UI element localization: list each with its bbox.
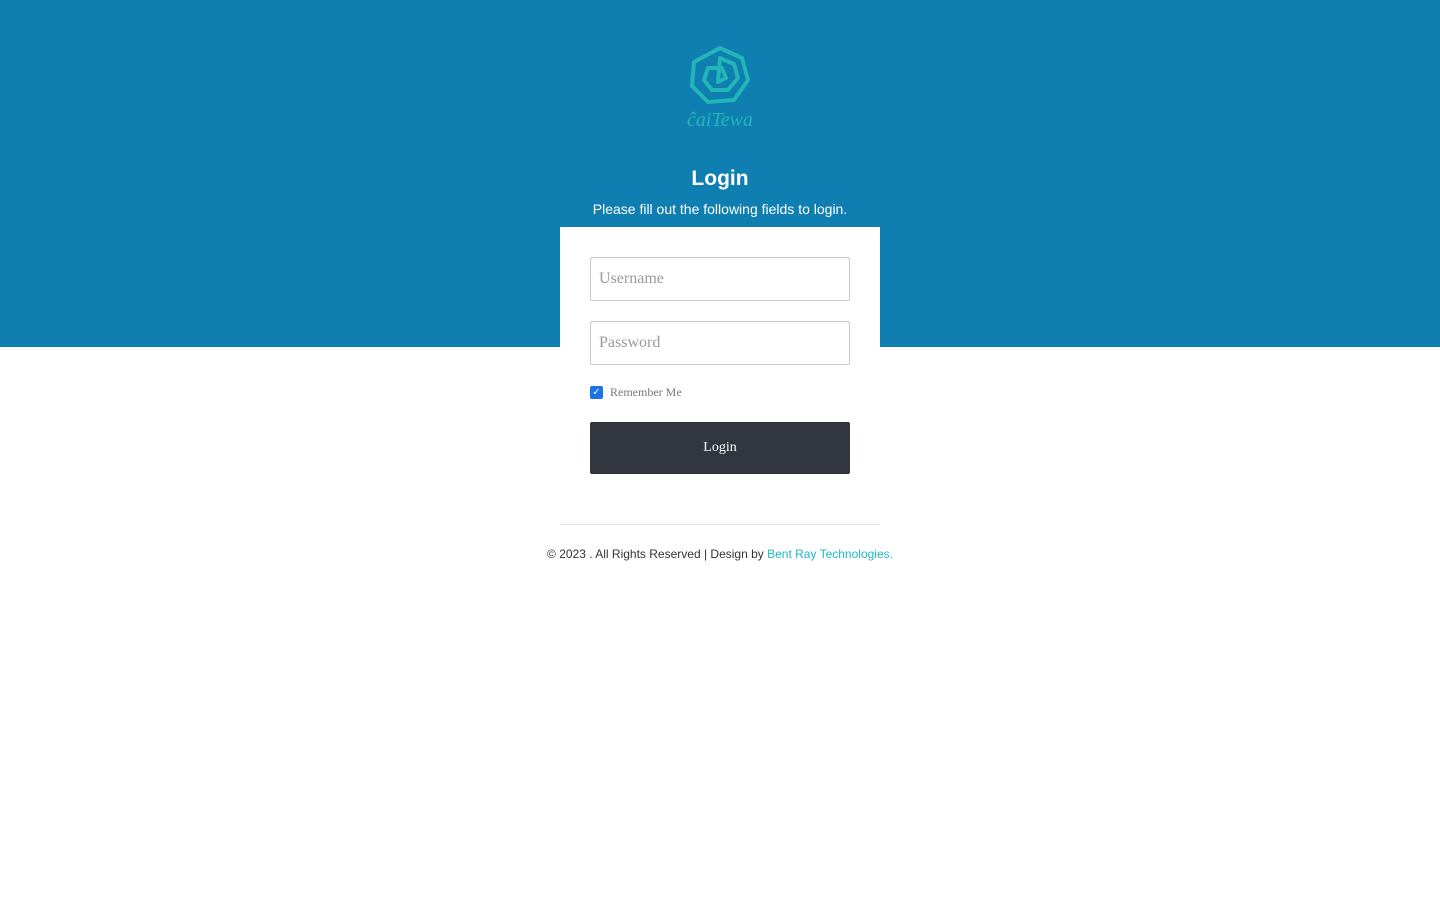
page-subtitle: Please fill out the following fields to … <box>592 201 848 217</box>
password-input[interactable] <box>590 321 850 365</box>
remember-me-row[interactable]: ✓ Remember Me <box>590 385 682 399</box>
spiral-logo-icon: ĉaiTewa <box>687 46 753 131</box>
remember-me-checkbox[interactable]: ✓ <box>590 385 603 399</box>
designer-link[interactable]: Bent Ray Technologies. <box>767 547 893 561</box>
logo-text: ĉaiTewa <box>687 109 753 131</box>
footer: © 2023 . All Rights Reserved | Design by… <box>0 546 1440 562</box>
page-title: Login <box>691 167 749 190</box>
login-button[interactable]: Login <box>590 422 850 474</box>
username-input[interactable] <box>590 257 850 301</box>
login-card: ✓ Remember Me Login <box>560 227 880 525</box>
remember-me-label: Remember Me <box>610 384 682 399</box>
brand-logo: ĉaiTewa <box>680 44 760 132</box>
footer-copyright: © 2023 . All Rights Reserved | Design by <box>547 547 768 561</box>
